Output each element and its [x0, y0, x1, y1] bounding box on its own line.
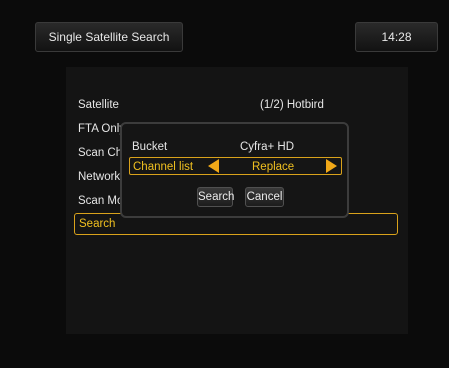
triangle-left-icon[interactable] — [208, 159, 219, 173]
search-button[interactable]: Search — [197, 187, 234, 207]
triangle-right-icon[interactable] — [326, 159, 337, 173]
menu-item-label: Search — [79, 218, 116, 230]
menu-item-value: (1/2) Hotbird — [260, 99, 324, 111]
menu-item-label: FTA Only — [78, 123, 126, 135]
menu-item-label: Scan Mo — [78, 195, 124, 207]
menu-item-satellite[interactable]: Satellite (1/2) Hotbird — [78, 95, 398, 115]
clock: 14:28 — [355, 22, 438, 52]
bucket-label: Bucket — [132, 141, 168, 153]
page-title: Single Satellite Search — [35, 22, 183, 52]
cancel-button[interactable]: Cancel — [245, 187, 284, 207]
channel-list-value: Replace — [252, 161, 295, 173]
channel-list-label: Channel list — [133, 161, 194, 173]
screen: Single Satellite Search 14:28 Satellite … — [0, 0, 449, 368]
bucket-row[interactable]: Bucket Cyfra+ HD — [132, 138, 338, 156]
menu-item-label: Satellite — [78, 99, 119, 111]
bucket-value: Cyfra+ HD — [240, 141, 294, 153]
search-dialog: Bucket Cyfra+ HD Channel list Replace Se… — [120, 122, 349, 218]
channel-list-row[interactable]: Channel list Replace — [129, 157, 342, 175]
